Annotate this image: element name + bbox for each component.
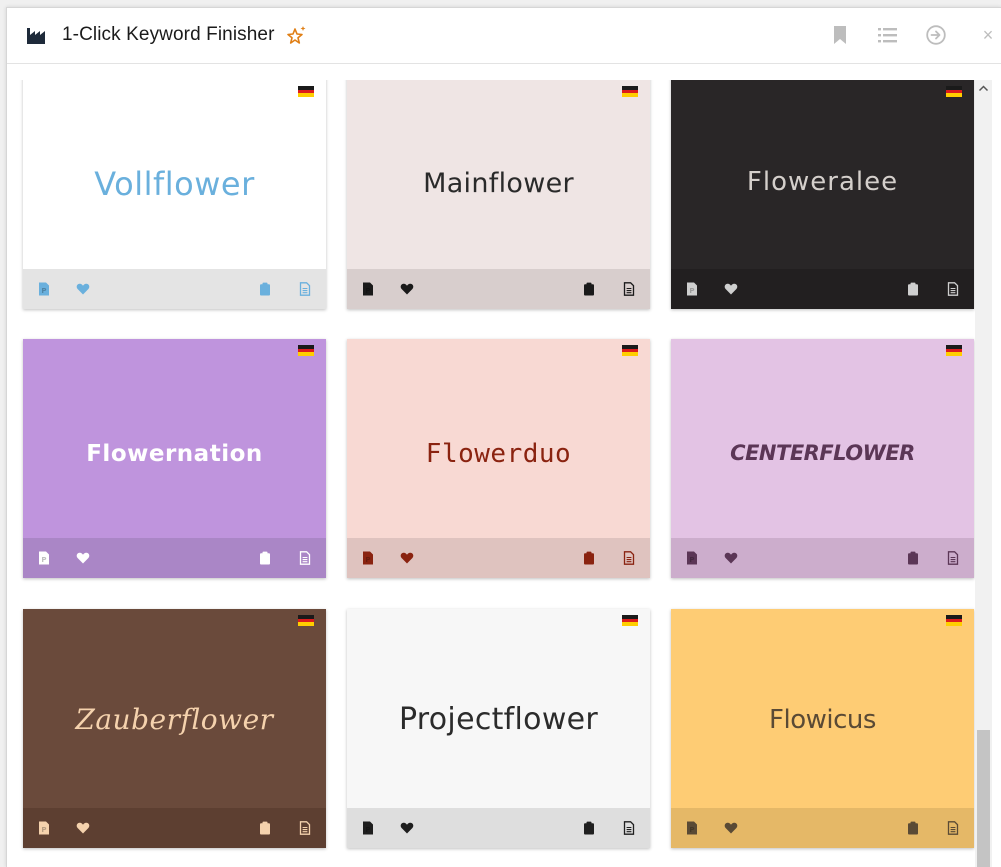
keyword-name: Flowicus [769, 705, 876, 735]
app-title: 1-Click Keyword Finisher [62, 24, 275, 45]
keyword-name: Flowerduo [425, 439, 572, 469]
card-footer: P [347, 808, 650, 848]
scroll-up-arrow-icon[interactable] [975, 80, 992, 97]
keyword-name: CENTERFLOWER [730, 441, 915, 465]
bookmark-icon[interactable] [830, 24, 852, 46]
heart-icon[interactable] [76, 821, 90, 835]
clipboard-icon[interactable] [258, 821, 272, 835]
svg-text:P: P [365, 556, 370, 564]
card-footer: P [671, 538, 974, 578]
heart-icon[interactable] [400, 282, 414, 296]
p-document-icon[interactable]: P [37, 282, 51, 296]
keyword-card[interactable]: Vollflower P [23, 80, 326, 309]
keyword-name: Projectflower [398, 702, 599, 737]
flag-germany-icon [298, 86, 314, 97]
svg-text:P: P [689, 287, 694, 295]
clipboard-icon[interactable] [906, 282, 920, 296]
keyword-card[interactable]: Mainflower P [347, 80, 650, 309]
extension-window: 1-Click Keyword Finisher × Vollflower P … [6, 7, 1001, 867]
flag-germany-icon [622, 345, 638, 356]
document-icon[interactable] [622, 282, 636, 296]
list-icon[interactable] [877, 24, 899, 46]
heart-icon[interactable] [724, 551, 738, 565]
svg-text:P: P [365, 826, 370, 834]
sparkle-star-icon[interactable] [287, 25, 307, 45]
p-document-icon[interactable]: P [37, 551, 51, 565]
card-footer: P [671, 808, 974, 848]
keyword-card[interactable]: CENTERFLOWER P [671, 339, 974, 578]
p-document-icon[interactable]: P [361, 551, 375, 565]
svg-text:P: P [41, 287, 46, 295]
heart-icon[interactable] [724, 282, 738, 296]
clipboard-icon[interactable] [582, 821, 596, 835]
document-icon[interactable] [622, 821, 636, 835]
document-icon[interactable] [622, 551, 636, 565]
p-document-icon[interactable]: P [685, 282, 699, 296]
card-footer: P [23, 269, 326, 309]
header-bar: 1-Click Keyword Finisher × [7, 8, 1001, 64]
clipboard-icon[interactable] [258, 282, 272, 296]
p-document-icon[interactable]: P [685, 551, 699, 565]
p-document-icon[interactable]: P [37, 821, 51, 835]
close-icon[interactable]: × [977, 24, 999, 46]
svg-text:P: P [689, 556, 694, 564]
keyword-name: Vollflower [94, 165, 255, 203]
keyword-card[interactable]: Zauberflower P [23, 609, 326, 848]
card-footer: P [671, 269, 974, 309]
keyword-card[interactable]: Projectflower P [347, 609, 650, 848]
clipboard-icon[interactable] [582, 551, 596, 565]
results-grid: Vollflower P Mainflower P Floweralee P Flowern… [7, 80, 1001, 867]
clipboard-icon[interactable] [906, 821, 920, 835]
flag-germany-icon [622, 615, 638, 626]
heart-icon[interactable] [400, 821, 414, 835]
keyword-card[interactable]: Flowernation P [23, 339, 326, 578]
card-footer: P [347, 538, 650, 578]
flag-germany-icon [622, 86, 638, 97]
svg-text:P: P [41, 556, 46, 564]
keyword-card[interactable]: Floweralee P [671, 80, 974, 309]
flag-germany-icon [298, 345, 314, 356]
scrollbar-thumb[interactable] [977, 730, 990, 867]
keyword-name: Floweralee [746, 167, 899, 197]
document-icon[interactable] [298, 821, 312, 835]
document-icon[interactable] [298, 551, 312, 565]
arrow-right-circle-icon[interactable] [925, 24, 947, 46]
factory-logo-icon [27, 27, 45, 45]
card-footer: P [347, 269, 650, 309]
keyword-name: Zauberflower [75, 703, 274, 736]
flag-germany-icon [946, 615, 962, 626]
clipboard-icon[interactable] [258, 551, 272, 565]
svg-text:P: P [689, 826, 694, 834]
svg-text:P: P [365, 287, 370, 295]
flag-germany-icon [298, 615, 314, 626]
keyword-card[interactable]: Flowicus P [671, 609, 974, 848]
heart-icon[interactable] [76, 551, 90, 565]
flag-germany-icon [946, 86, 962, 97]
document-icon[interactable] [946, 551, 960, 565]
heart-icon[interactable] [400, 551, 414, 565]
document-icon[interactable] [946, 282, 960, 296]
card-footer: P [23, 808, 326, 848]
heart-icon[interactable] [76, 282, 90, 296]
p-document-icon[interactable]: P [361, 821, 375, 835]
clipboard-icon[interactable] [906, 551, 920, 565]
keyword-name: Flowernation [86, 441, 263, 467]
document-icon[interactable] [298, 282, 312, 296]
keyword-name: Mainflower [423, 168, 574, 199]
svg-text:P: P [41, 826, 46, 834]
scrollbar[interactable] [975, 80, 992, 867]
flag-germany-icon [946, 345, 962, 356]
heart-icon[interactable] [724, 821, 738, 835]
p-document-icon[interactable]: P [361, 282, 375, 296]
document-icon[interactable] [946, 821, 960, 835]
keyword-card[interactable]: Flowerduo P [347, 339, 650, 578]
card-footer: P [23, 538, 326, 578]
clipboard-icon[interactable] [582, 282, 596, 296]
p-document-icon[interactable]: P [685, 821, 699, 835]
